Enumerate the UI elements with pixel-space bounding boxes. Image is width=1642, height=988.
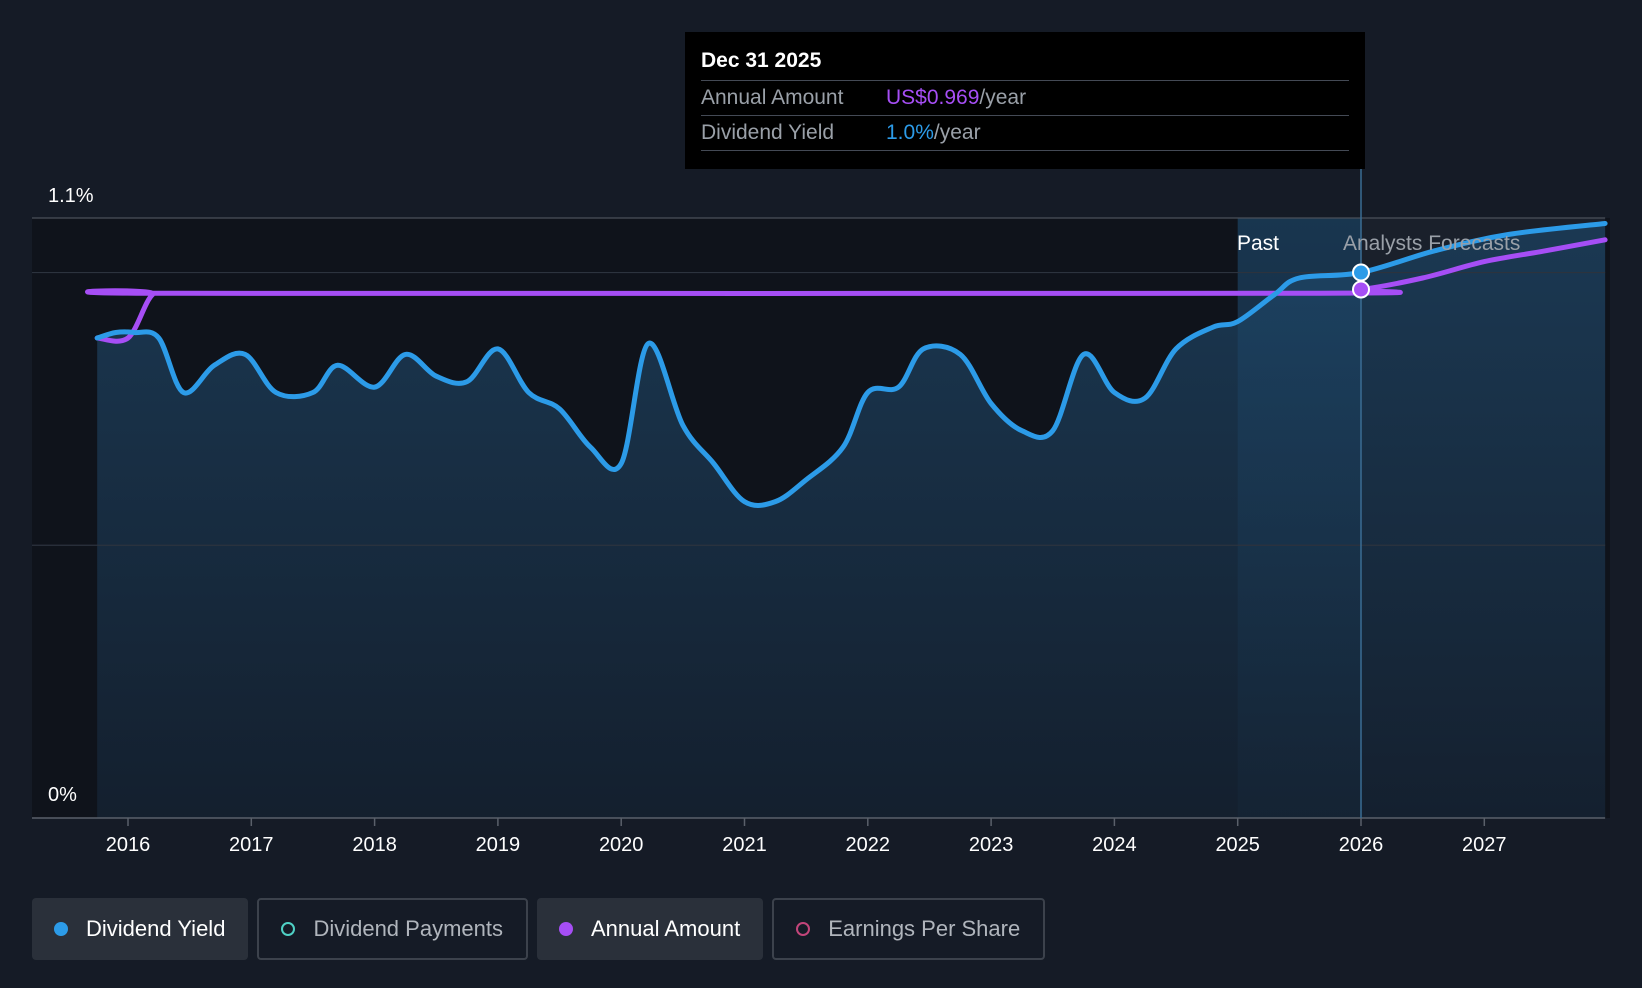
x-tick-label: 2019 xyxy=(476,834,521,856)
legend-label: Annual Amount xyxy=(590,916,741,941)
y-axis-top-label: 1.1% xyxy=(48,185,94,207)
tooltip-value: 1.0% xyxy=(886,121,934,144)
chart-tooltip: Dec 31 2025 Annual Amount US$0.969 /year… xyxy=(685,32,1365,169)
tooltip-label: Annual Amount xyxy=(701,86,844,109)
legend-label: Earnings Per Share xyxy=(828,916,1021,941)
legend-dot-icon xyxy=(54,922,68,936)
x-tick-label: 2017 xyxy=(229,834,274,856)
tooltip-row-dividend-yield: Dividend Yield 1.0% /year xyxy=(701,115,1349,151)
chart-legend: Dividend Yield Dividend Payments Annual … xyxy=(32,898,1046,960)
tooltip-row-annual-amount: Annual Amount US$0.969 /year xyxy=(701,80,1349,115)
x-tick-label: 2018 xyxy=(352,834,397,856)
dividend-yield-marker[interactable] xyxy=(1352,263,1370,282)
x-tick-label: 2024 xyxy=(1092,834,1137,856)
legend-label: Dividend Yield xyxy=(86,916,226,941)
tooltip-suffix: /year xyxy=(933,121,981,144)
forecast-region-label: Analysts Forecasts xyxy=(1343,232,1520,255)
x-tick-label: 2022 xyxy=(846,834,891,856)
x-tick-label: 2021 xyxy=(722,834,767,856)
legend-dot-icon xyxy=(558,922,573,936)
tooltip-date: Dec 31 2025 xyxy=(701,49,822,72)
legend-earnings-per-share[interactable]: Earnings Per Share xyxy=(772,898,1046,960)
x-tick-label: 2026 xyxy=(1339,834,1384,856)
tooltip-label: Dividend Yield xyxy=(701,121,835,144)
x-tick-label: 2025 xyxy=(1215,834,1260,856)
y-axis-bottom-label: 0% xyxy=(48,784,77,806)
legend-ring-icon xyxy=(796,922,811,936)
past-region-label: Past xyxy=(1237,232,1279,255)
x-tick-label: 2016 xyxy=(106,834,151,856)
legend-label: Dividend Payments xyxy=(313,916,503,941)
annual-amount-marker[interactable] xyxy=(1352,280,1370,299)
x-tick-label: 2027 xyxy=(1462,834,1507,856)
legend-annual-amount[interactable]: Annual Amount xyxy=(536,898,764,960)
legend-ring-icon xyxy=(281,922,296,936)
legend-dividend-yield[interactable]: Dividend Yield xyxy=(32,898,249,960)
x-tick-label: 2023 xyxy=(969,834,1014,856)
x-tick-label: 2020 xyxy=(599,834,644,856)
legend-dividend-payments[interactable]: Dividend Payments xyxy=(257,898,528,960)
tooltip-value: US$0.969 xyxy=(886,86,980,109)
tooltip-suffix: /year xyxy=(979,86,1027,109)
